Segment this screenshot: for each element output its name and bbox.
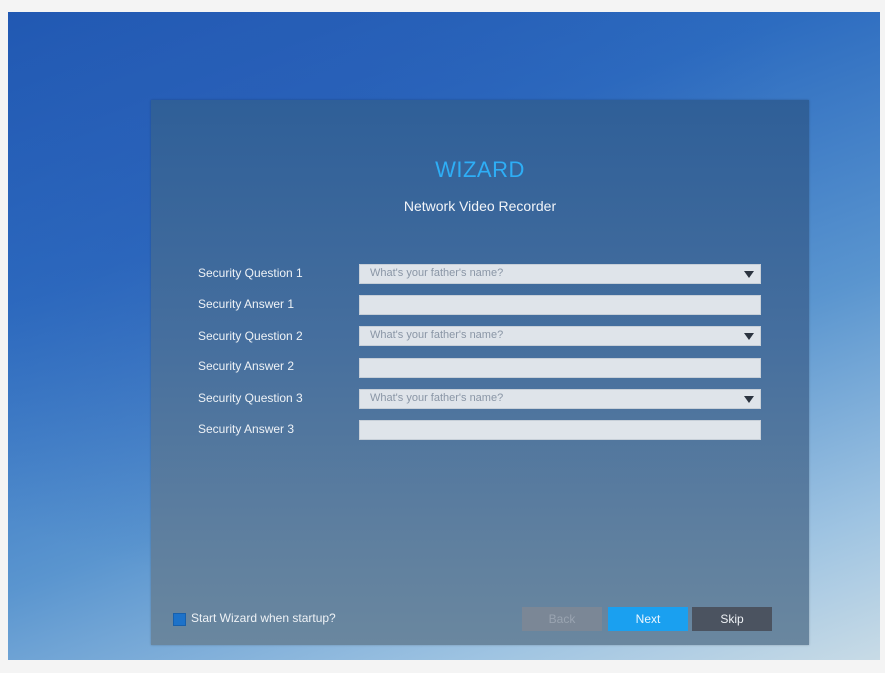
chevron-down-icon[interactable] <box>744 396 754 403</box>
security-question-3-value: What's your father's name? <box>370 392 504 404</box>
start-wizard-label[interactable]: Start Wizard when startup? <box>191 611 336 625</box>
security-question-1-label: Security Question 1 <box>198 266 303 280</box>
wizard-subtitle: Network Video Recorder <box>403 198 557 214</box>
security-answer-2-input[interactable] <box>359 358 761 378</box>
security-answer-3-label: Security Answer 3 <box>198 422 295 436</box>
wizard-dialog: WIZARD Network Video Recorder Security Q… <box>151 100 809 645</box>
skip-button[interactable]: Skip <box>692 607 772 631</box>
security-question-1-value: What's your father's name? <box>370 267 504 279</box>
back-button[interactable]: Back <box>522 607 602 631</box>
security-answer-2-label: Security Answer 2 <box>198 359 295 373</box>
security-answer-1-input[interactable] <box>359 295 761 315</box>
start-wizard-checkbox[interactable] <box>173 613 186 626</box>
security-question-2-value: What's your father's name? <box>370 329 504 341</box>
security-question-1-select[interactable]: What's your father's name? <box>359 264 761 284</box>
wizard-title: WIZARD <box>435 157 525 182</box>
next-button[interactable]: Next <box>608 607 688 631</box>
desktop-background: WIZARD Network Video Recorder Security Q… <box>8 12 880 660</box>
chevron-down-icon[interactable] <box>744 333 754 340</box>
security-question-3-label: Security Question 3 <box>198 391 303 405</box>
security-answer-3-input[interactable] <box>359 420 761 440</box>
security-question-2-select[interactable]: What's your father's name? <box>359 326 761 346</box>
security-question-3-select[interactable]: What's your father's name? <box>359 389 761 409</box>
chevron-down-icon[interactable] <box>744 271 754 278</box>
security-answer-1-label: Security Answer 1 <box>198 297 295 311</box>
security-question-2-label: Security Question 2 <box>198 329 303 343</box>
